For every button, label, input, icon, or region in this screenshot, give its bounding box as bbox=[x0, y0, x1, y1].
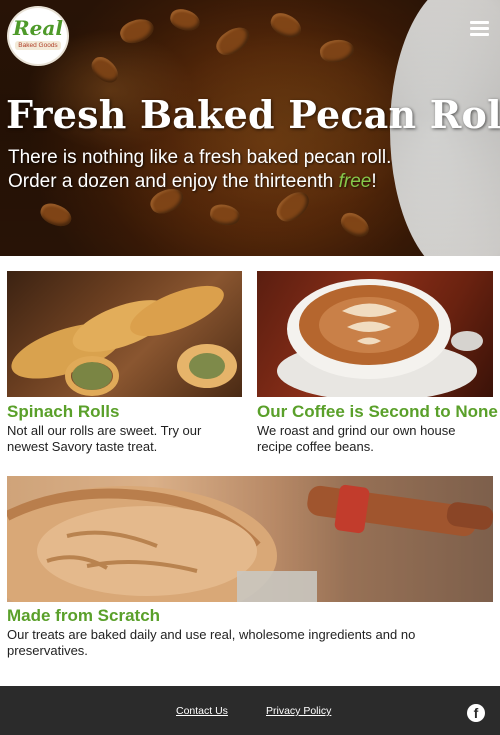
spinach-rolls-image[interactable] bbox=[7, 271, 242, 397]
hero-title: Fresh Baked Pecan Rolls bbox=[6, 92, 500, 137]
coffee-image[interactable] bbox=[257, 271, 493, 397]
site-footer: Contact Us Privacy Policy f bbox=[0, 686, 500, 735]
coffee-illustration bbox=[277, 279, 483, 397]
pie-image[interactable] bbox=[7, 476, 493, 602]
brand-logo[interactable]: Real Baked Goods bbox=[7, 6, 69, 66]
hero-subtitle-suffix: ! bbox=[371, 171, 377, 192]
spinach-rolls-illustration bbox=[11, 285, 237, 396]
facebook-icon[interactable]: f bbox=[467, 704, 485, 722]
pie-illustration bbox=[7, 476, 493, 602]
card-title-scratch: Made from Scratch bbox=[7, 606, 161, 625]
card-text-coffee: We roast and grind our own house recipe … bbox=[257, 423, 456, 454]
hero-subtitle-line2: Order a dozen and enjoy the thirteenth bbox=[8, 171, 339, 192]
logo-tagline: Baked Goods bbox=[15, 41, 61, 50]
hero-free-text: free bbox=[338, 171, 372, 192]
hero-subtitle-line1: There is nothing like a fresh baked peca… bbox=[8, 147, 392, 168]
card-title-spinach: Spinach Rolls bbox=[7, 402, 120, 421]
hero-subtitle: There is nothing like a fresh baked peca… bbox=[8, 146, 478, 194]
card-text-spinach: Not all our rolls are sweet. Try our new… bbox=[7, 423, 202, 454]
footer-link-contact[interactable]: Contact Us bbox=[176, 705, 228, 717]
footer-link-privacy[interactable]: Privacy Policy bbox=[266, 705, 331, 717]
logo-wordmark: Real bbox=[13, 16, 63, 40]
card-text-scratch: Our treats are baked daily and use real,… bbox=[7, 627, 416, 658]
card-title-coffee: Our Coffee is Second to None bbox=[257, 402, 498, 421]
hamburger-menu-icon[interactable] bbox=[470, 21, 489, 37]
hero-banner: Real Baked Goods Fresh Baked Pecan Rolls… bbox=[0, 0, 500, 256]
